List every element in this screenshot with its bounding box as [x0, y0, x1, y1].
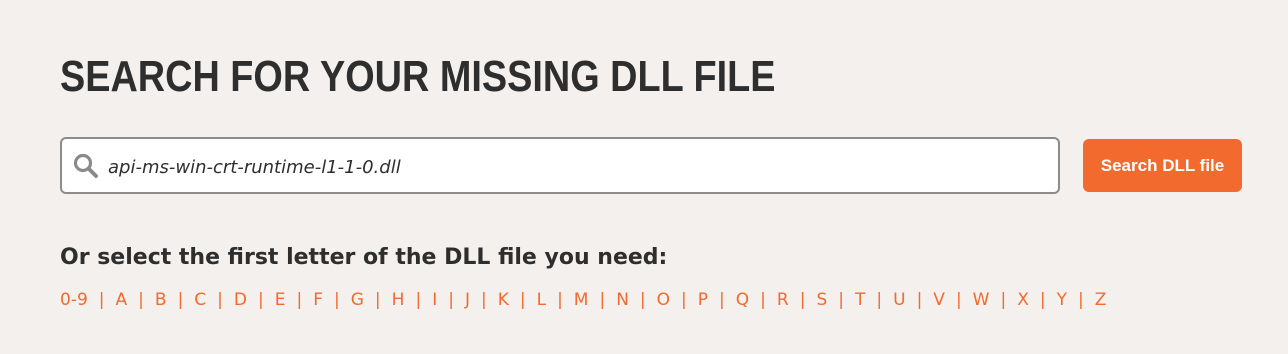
letter-link-w[interactable]: W [973, 290, 990, 310]
search-icon [72, 152, 100, 180]
letter-separator: | [217, 290, 223, 310]
letter-link-l[interactable]: L [537, 290, 546, 310]
letter-link-v[interactable]: V [933, 290, 945, 310]
letter-separator: | [98, 290, 105, 310]
letter-link-b[interactable]: B [155, 290, 167, 310]
letter-link-s[interactable]: S [816, 290, 827, 310]
letter-separator: | [296, 290, 303, 310]
letter-separator: | [1000, 290, 1007, 310]
letter-separator: | [799, 290, 806, 310]
letter-separator: | [1039, 290, 1046, 310]
letter-link-c[interactable]: C [194, 290, 206, 310]
letter-separator: | [519, 290, 526, 310]
letter-link-q[interactable]: Q [736, 290, 749, 310]
search-box [60, 137, 1060, 194]
letter-separator: | [448, 290, 454, 310]
letter-separator: | [760, 290, 766, 310]
letter-separator: | [557, 290, 563, 310]
letter-link-u[interactable]: U [893, 290, 905, 310]
letter-separator: | [955, 290, 962, 310]
letter-link-z[interactable]: Z [1095, 290, 1107, 310]
letter-link-o[interactable]: O [657, 290, 670, 310]
letter-link-h[interactable]: H [392, 290, 405, 310]
letter-link-a[interactable]: A [116, 290, 128, 310]
letter-link-f[interactable]: F [313, 290, 323, 310]
search-dll-button[interactable]: Search DLL file [1083, 139, 1242, 192]
letter-separator: | [138, 290, 144, 310]
letter-link-r[interactable]: R [777, 290, 789, 310]
letter-link-0-9[interactable]: 0-9 [60, 290, 88, 310]
letter-link-e[interactable]: E [275, 290, 286, 310]
letter-separator: | [916, 290, 923, 310]
letter-separator: | [599, 290, 606, 310]
letter-link-g[interactable]: G [351, 290, 364, 310]
letter-separator: | [1078, 290, 1084, 310]
letter-link-p[interactable]: P [698, 290, 708, 310]
search-input[interactable] [108, 139, 1038, 192]
page-title: SEARCH FOR YOUR MISSING DLL FILE [60, 52, 776, 101]
letter-link-j[interactable]: J [465, 290, 470, 310]
letter-link-y[interactable]: Y [1057, 290, 1067, 310]
letter-separator: | [480, 290, 487, 310]
letter-link-d[interactable]: D [234, 290, 247, 310]
letter-separator: | [719, 290, 725, 310]
letters-heading: Or select the first letter of the DLL fi… [60, 245, 668, 270]
letter-link-i[interactable]: I [432, 290, 437, 310]
letter-separator: | [876, 290, 883, 310]
letter-nav: 0-9 | A | B | C | D | E | F | G | H | I | J | K | L | M | N | O | P | Q | R |… [60, 286, 1106, 314]
letter-separator: | [177, 290, 184, 310]
letter-separator: | [838, 290, 844, 310]
letter-separator: | [639, 290, 646, 310]
letter-separator: | [258, 290, 264, 310]
letter-separator: | [415, 290, 422, 310]
letter-link-n[interactable]: N [616, 290, 629, 310]
letter-link-m[interactable]: M [574, 290, 589, 310]
letter-link-k[interactable]: K [498, 290, 509, 310]
letter-separator: | [374, 290, 381, 310]
letter-link-t[interactable]: T [855, 290, 865, 310]
letter-link-x[interactable]: X [1017, 290, 1029, 310]
letter-separator: | [681, 290, 687, 310]
letter-separator: | [334, 290, 340, 310]
